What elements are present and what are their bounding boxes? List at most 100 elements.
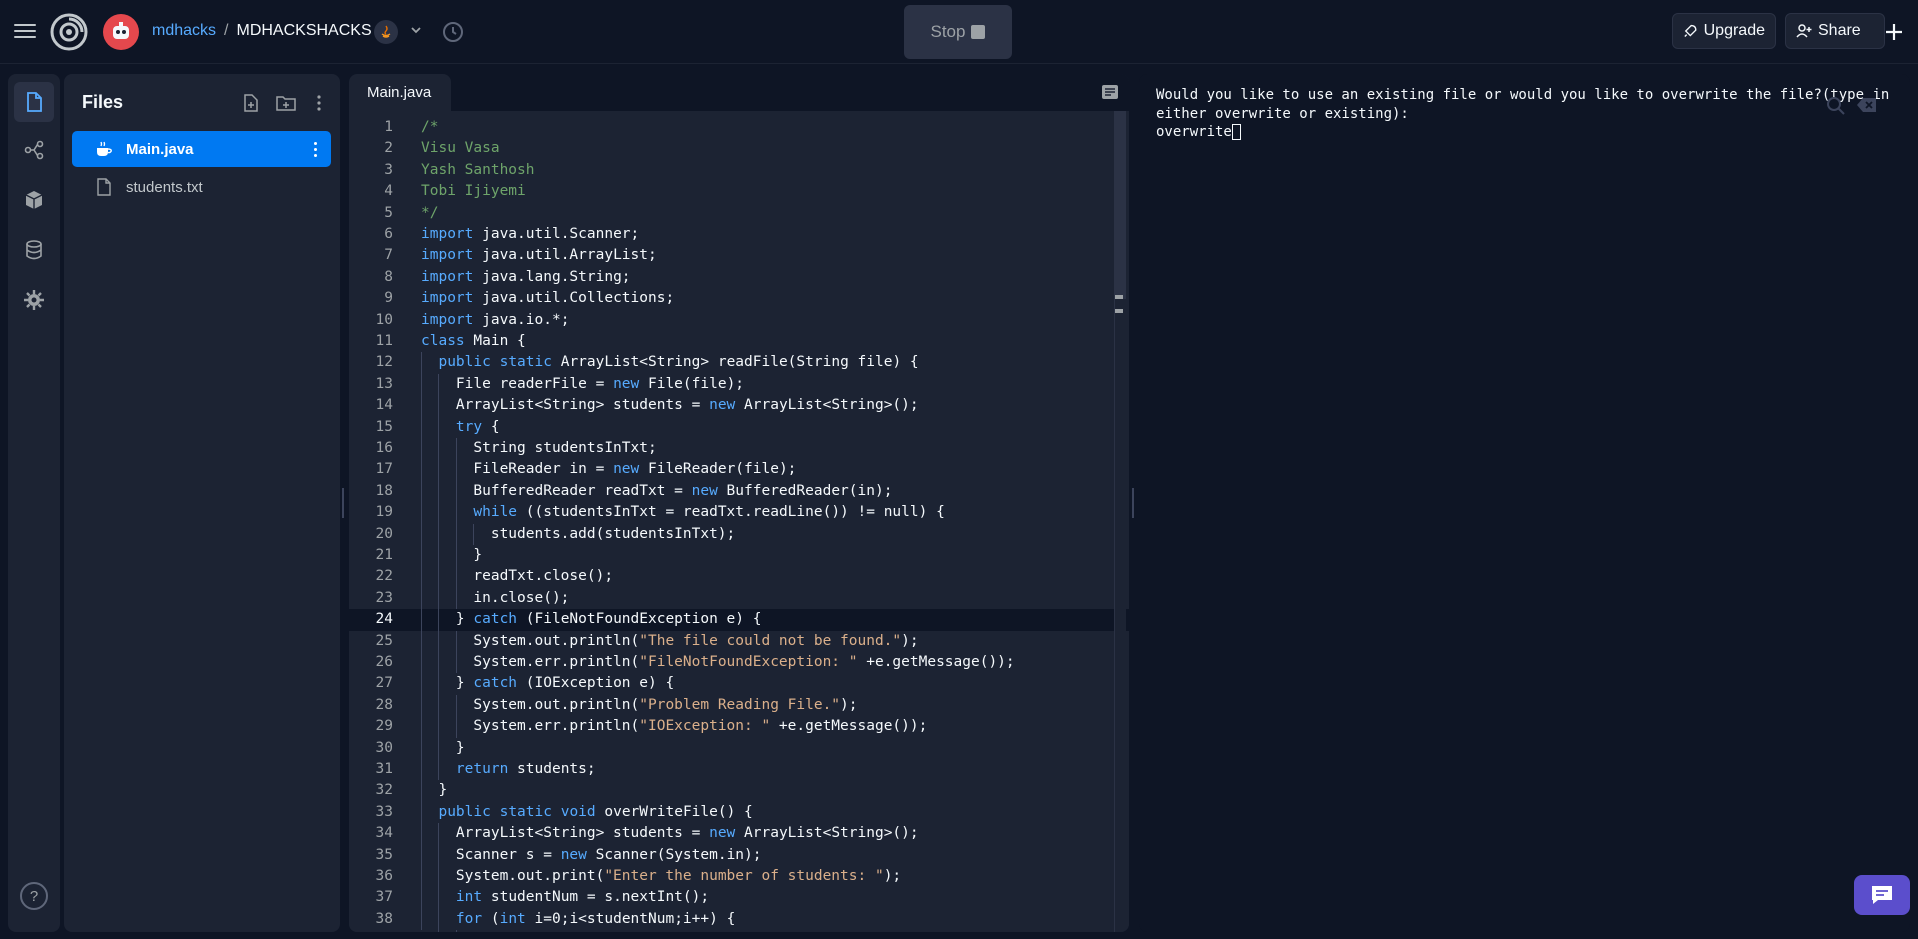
- indent-guide: [438, 823, 439, 932]
- code-line[interactable]: 7 import java.util.ArrayList;: [349, 245, 1129, 266]
- code-text: System.err.println("FileNotFoundExceptio…: [421, 654, 1015, 670]
- code-line[interactable]: 38 for (int i=0;i<studentNum;i++) {: [349, 909, 1129, 930]
- line-number: 1: [384, 119, 393, 135]
- code-line[interactable]: 36 System.out.print("Enter the number of…: [349, 866, 1129, 887]
- code-line[interactable]: 34 ArrayList<String> students = new Arra…: [349, 823, 1129, 844]
- code-line[interactable]: 9 import java.util.Collections;: [349, 288, 1129, 309]
- history-icon[interactable]: [441, 20, 465, 44]
- code-line[interactable]: 28 System.out.println("Problem Reading F…: [349, 695, 1129, 716]
- more-options-icon[interactable]: [308, 92, 330, 114]
- upgrade-button[interactable]: Upgrade: [1672, 13, 1776, 49]
- code-line[interactable]: 24 } catch (FileNotFoundException e) {: [349, 609, 1129, 631]
- hamburger-menu-icon[interactable]: [12, 20, 38, 44]
- rail-version-control[interactable]: [14, 130, 54, 170]
- rail-settings[interactable]: [14, 280, 54, 320]
- code-line[interactable]: 5 */: [349, 203, 1129, 224]
- code-line[interactable]: 4 Tobi Ijiyemi: [349, 181, 1129, 202]
- package-icon: [25, 191, 43, 209]
- editor-scroll-thumb[interactable]: [1115, 111, 1126, 299]
- line-number: 25: [375, 632, 393, 649]
- text-file-icon: [94, 177, 114, 197]
- java-language-icon[interactable]: [374, 20, 398, 44]
- database-icon: [26, 240, 42, 260]
- code-line[interactable]: 30 }: [349, 738, 1129, 759]
- code-line[interactable]: 14 ArrayList<String> students = new Arra…: [349, 395, 1129, 416]
- code-line[interactable]: 31 return students;: [349, 759, 1129, 780]
- code-line[interactable]: 37 int studentNum = s.nextInt();: [349, 887, 1129, 908]
- code-line[interactable]: 20 students.add(studentsInTxt);: [349, 524, 1129, 545]
- code-line[interactable]: 13 File readerFile = new File(file);: [349, 374, 1129, 395]
- code-line[interactable]: 15 try {: [349, 417, 1129, 438]
- file-name: students.txt: [126, 178, 203, 196]
- code-line[interactable]: 23 in.close();: [349, 588, 1129, 609]
- console-prompt-text: Would you like to use an existing file o…: [1156, 87, 1898, 122]
- console-output[interactable]: Would you like to use an existing file o…: [1156, 86, 1896, 142]
- rail-files[interactable]: [14, 82, 54, 122]
- clear-console-icon[interactable]: [1856, 96, 1878, 114]
- chat-button[interactable]: [1854, 875, 1910, 915]
- file-name: Main.java: [126, 140, 194, 158]
- file-options-icon[interactable]: [305, 139, 325, 159]
- code-editor[interactable]: 1 /* 2 Visu Vasa 3 Yash Santhosh 4 Tobi Ijiyemi…: [349, 111, 1129, 932]
- code-line[interactable]: 8 import java.lang.String;: [349, 267, 1129, 288]
- new-folder-icon[interactable]: [275, 92, 297, 114]
- code-text: FileReader in = new FileReader(file);: [421, 461, 797, 478]
- help-icon[interactable]: ?: [20, 882, 48, 910]
- code-text: File readerFile = new File(file);: [421, 375, 745, 392]
- new-file-icon[interactable]: [240, 92, 262, 114]
- line-number: 11: [375, 333, 393, 349]
- code-line[interactable]: 17 FileReader in = new FileReader(file);: [349, 459, 1129, 480]
- chevron-down-icon[interactable]: [408, 22, 424, 38]
- rail-database[interactable]: [14, 230, 54, 270]
- code-line[interactable]: 18 BufferedReader readTxt = new Buffered…: [349, 481, 1129, 502]
- line-number: 17: [375, 461, 393, 478]
- indent-guide: [456, 930, 457, 932]
- code-line[interactable]: 33 public static void overWriteFile() {: [349, 802, 1129, 823]
- rail-packages[interactable]: [14, 180, 54, 220]
- pane-resize-handle[interactable]: [1132, 488, 1136, 518]
- tab-main-java[interactable]: Main.java: [349, 74, 451, 111]
- code-line[interactable]: 16 String studentsInTxt;: [349, 438, 1129, 459]
- line-number: 7: [384, 247, 393, 264]
- code-line[interactable]: 32 }: [349, 780, 1129, 801]
- stop-button[interactable]: Stop: [904, 5, 1012, 59]
- code-text: }: [421, 547, 483, 563]
- code-text: public static ArrayList<String> readFile…: [438, 354, 919, 371]
- pane-resize-handle[interactable]: [342, 488, 346, 518]
- code-line[interactable]: 39 switch (i+1) {: [349, 930, 1129, 932]
- replit-workspace: mdhacks / MDHACKSHACKS Stop Upgrade Shar…: [0, 0, 1918, 939]
- code-line[interactable]: 12 public static ArrayList<String> readF…: [349, 352, 1129, 373]
- code-text: while ((studentsInTxt = readTxt.readLine…: [473, 504, 945, 521]
- code-line[interactable]: 6 import java.util.Scanner;: [349, 224, 1129, 245]
- file-item-students-txt[interactable]: students.txt: [72, 169, 331, 205]
- code-line[interactable]: 3 Yash Santhosh: [349, 160, 1129, 181]
- plus-icon[interactable]: [1880, 18, 1908, 46]
- file-item-main-java[interactable]: Main.java: [72, 131, 331, 167]
- code-line[interactable]: 27 } catch (IOException e) {: [349, 673, 1129, 694]
- code-line[interactable]: 10 import java.io.*;: [349, 310, 1129, 331]
- console-input-text[interactable]: overwrite: [1156, 124, 1232, 140]
- code-line[interactable]: 11 class Main {: [349, 331, 1129, 352]
- code-line[interactable]: 1 /*: [349, 117, 1129, 138]
- code-line[interactable]: 21 }: [349, 545, 1129, 566]
- line-number: 34: [375, 825, 393, 842]
- code-line[interactable]: 19 while ((studentsInTxt = readTxt.readL…: [349, 502, 1129, 523]
- code-line[interactable]: 35 Scanner s = new Scanner(System.in);: [349, 845, 1129, 866]
- replit-logo-icon[interactable]: [50, 13, 88, 51]
- search-icon[interactable]: [1826, 96, 1846, 116]
- user-avatar[interactable]: [103, 14, 139, 50]
- code-text: import java.util.Collections;: [421, 290, 675, 307]
- code-line[interactable]: 22 readTxt.close();: [349, 566, 1129, 587]
- console-pane[interactable]: Would you like to use an existing file o…: [1139, 74, 1910, 932]
- code-line[interactable]: 26 System.err.println("FileNotFoundExcep…: [349, 652, 1129, 673]
- code-text: } catch (FileNotFoundException e) {: [421, 611, 762, 628]
- code-line[interactable]: 25 System.out.println("The file could no…: [349, 631, 1129, 652]
- word-wrap-icon[interactable]: [1101, 84, 1119, 100]
- breadcrumb-owner[interactable]: mdhacks: [152, 22, 216, 40]
- code-line[interactable]: 2 Visu Vasa: [349, 138, 1129, 159]
- share-button[interactable]: Share: [1785, 13, 1885, 49]
- breadcrumb-repl-name[interactable]: MDHACKSHACKS: [236, 22, 371, 40]
- indent-guide: [421, 352, 422, 931]
- code-line[interactable]: 29 System.err.println("IOException: " +e…: [349, 716, 1129, 737]
- tool-rail: ?: [8, 74, 60, 932]
